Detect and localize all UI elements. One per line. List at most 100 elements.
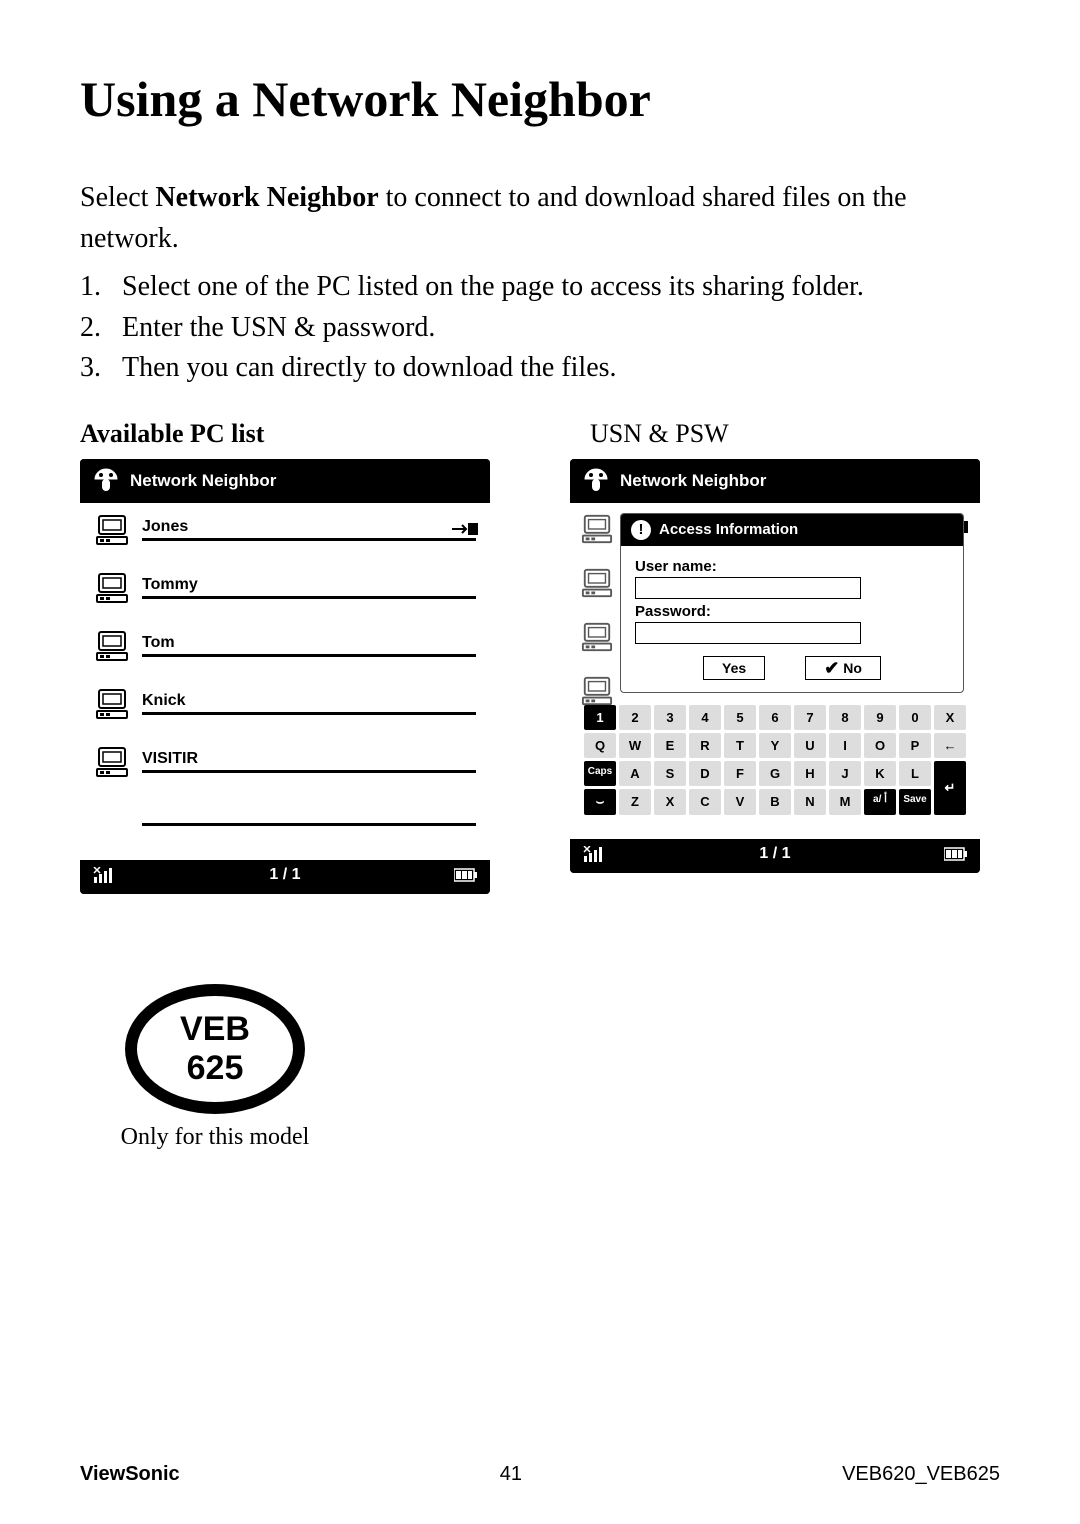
pc-icon (94, 629, 130, 663)
yes-button[interactable]: Yes (703, 656, 765, 680)
pc-name: VISITIR (142, 750, 476, 770)
key-p[interactable]: P (899, 733, 931, 758)
access-info-dialog: ! Access Information User name: Password… (620, 513, 964, 693)
signal-icon (92, 867, 116, 883)
pc-list: Jones Tommy Tom Knick VISITIR (80, 503, 490, 860)
key-i[interactable]: I (829, 733, 861, 758)
key-e[interactable]: E (654, 733, 686, 758)
intro-text: Select Network Neighbor to connect to an… (80, 178, 1000, 259)
password-label: Password: (635, 603, 949, 620)
page-footer: ViewSonic 41 VEB620_VEB625 (80, 1463, 1000, 1486)
pc-item-tommy[interactable]: Tommy (80, 561, 490, 605)
step-3: 3.Then you can directly to download the … (80, 348, 1000, 389)
background-pc-icons (580, 513, 614, 707)
screen-footer: 1 / 1 (80, 860, 490, 894)
key-b[interactable]: B (759, 789, 791, 815)
key-delete[interactable]: X (934, 705, 966, 730)
pc-icon (94, 571, 130, 605)
key-enter[interactable]: ↵ (934, 761, 966, 815)
pc-item-jones[interactable]: Jones (80, 503, 490, 547)
key-h[interactable]: H (794, 761, 826, 786)
screen-title: Network Neighbor (130, 471, 276, 491)
username-input[interactable] (635, 577, 861, 599)
enter-arrow-icon (452, 521, 478, 542)
key-y[interactable]: Y (759, 733, 791, 758)
caption-available-pc: Available PC list (80, 419, 490, 449)
key-8[interactable]: 8 (829, 705, 861, 730)
pc-name: Jones (142, 518, 476, 538)
pc-item-visitir[interactable]: VISITIR (80, 735, 490, 779)
screenshot-access-info: Network Neighbor ! Access Information Us… (570, 459, 980, 873)
screen-header: Network Neighbor (570, 459, 980, 503)
info-icon: ! (631, 520, 651, 540)
key-j[interactable]: J (829, 761, 861, 786)
key-9[interactable]: 9 (864, 705, 896, 730)
key-l[interactable]: L (899, 761, 931, 786)
battery-icon (944, 846, 968, 862)
key-space[interactable]: ⌣ (584, 789, 616, 815)
key-x[interactable]: X (654, 789, 686, 815)
key-m[interactable]: M (829, 789, 861, 815)
key-d[interactable]: D (689, 761, 721, 786)
key-2[interactable]: 2 (619, 705, 651, 730)
key-lang[interactable]: a/ ﺃ (864, 789, 896, 815)
key-c[interactable]: C (689, 789, 721, 815)
signal-icon (582, 846, 606, 862)
pc-icon (94, 687, 130, 721)
caption-usn-psw: USN & PSW (590, 419, 1000, 449)
page-indicator: 1 / 1 (759, 845, 790, 863)
screen-header: Network Neighbor (80, 459, 490, 503)
page-title: Using a Network Neighbor (80, 70, 1000, 128)
model-badge: VEB 625 Only for this model (110, 984, 320, 1151)
password-input[interactable] (635, 622, 861, 644)
no-button[interactable]: ✔No (805, 656, 881, 680)
model-caption: Only for this model (110, 1124, 320, 1151)
key-t[interactable]: T (724, 733, 756, 758)
key-6[interactable]: 6 (759, 705, 791, 730)
key-o[interactable]: O (864, 733, 896, 758)
key-u[interactable]: U (794, 733, 826, 758)
key-f[interactable]: F (724, 761, 756, 786)
pc-name: Tom (142, 634, 476, 654)
key-q[interactable]: Q (584, 733, 616, 758)
key-1[interactable]: 1 (584, 705, 616, 730)
footer-page-number: 41 (500, 1463, 522, 1486)
key-z[interactable]: Z (619, 789, 651, 815)
key-5[interactable]: 5 (724, 705, 756, 730)
key-n[interactable]: N (794, 789, 826, 815)
dialog-title: Access Information (659, 521, 798, 538)
on-screen-keyboard: 1 2 3 4 5 6 7 8 9 0 X Q W E R T Y (580, 705, 970, 821)
footer-brand: ViewSonic (80, 1463, 180, 1486)
pc-icon (94, 513, 130, 547)
step-2: 2.Enter the USN & password. (80, 308, 1000, 349)
intro-bold: Network Neighbor (155, 182, 378, 213)
pc-item-tom[interactable]: Tom (80, 619, 490, 663)
steps-list: 1.Select one of the PC listed on the pag… (80, 267, 1000, 389)
username-label: User name: (635, 558, 949, 575)
key-caps[interactable]: Caps (584, 761, 616, 786)
key-a[interactable]: A (619, 761, 651, 786)
key-k[interactable]: K (864, 761, 896, 786)
key-w[interactable]: W (619, 733, 651, 758)
step-1: 1.Select one of the PC listed on the pag… (80, 267, 1000, 308)
key-3[interactable]: 3 (654, 705, 686, 730)
key-7[interactable]: 7 (794, 705, 826, 730)
pc-item-empty (80, 793, 490, 826)
key-s[interactable]: S (654, 761, 686, 786)
intro-pre: Select (80, 182, 155, 213)
key-v[interactable]: V (724, 789, 756, 815)
screen-footer: 1 / 1 (570, 839, 980, 873)
key-backspace[interactable]: ← (934, 733, 966, 758)
pc-icon (94, 745, 130, 779)
page-indicator: 1 / 1 (269, 866, 300, 884)
key-r[interactable]: R (689, 733, 721, 758)
model-line2: 625 (187, 1049, 244, 1088)
pc-item-knick[interactable]: Knick (80, 677, 490, 721)
app-icon (92, 467, 120, 495)
key-g[interactable]: G (759, 761, 791, 786)
key-0[interactable]: 0 (899, 705, 931, 730)
key-save[interactable]: Save (899, 789, 931, 815)
footer-model: VEB620_VEB625 (842, 1463, 1000, 1486)
pc-name: Tommy (142, 576, 476, 596)
key-4[interactable]: 4 (689, 705, 721, 730)
